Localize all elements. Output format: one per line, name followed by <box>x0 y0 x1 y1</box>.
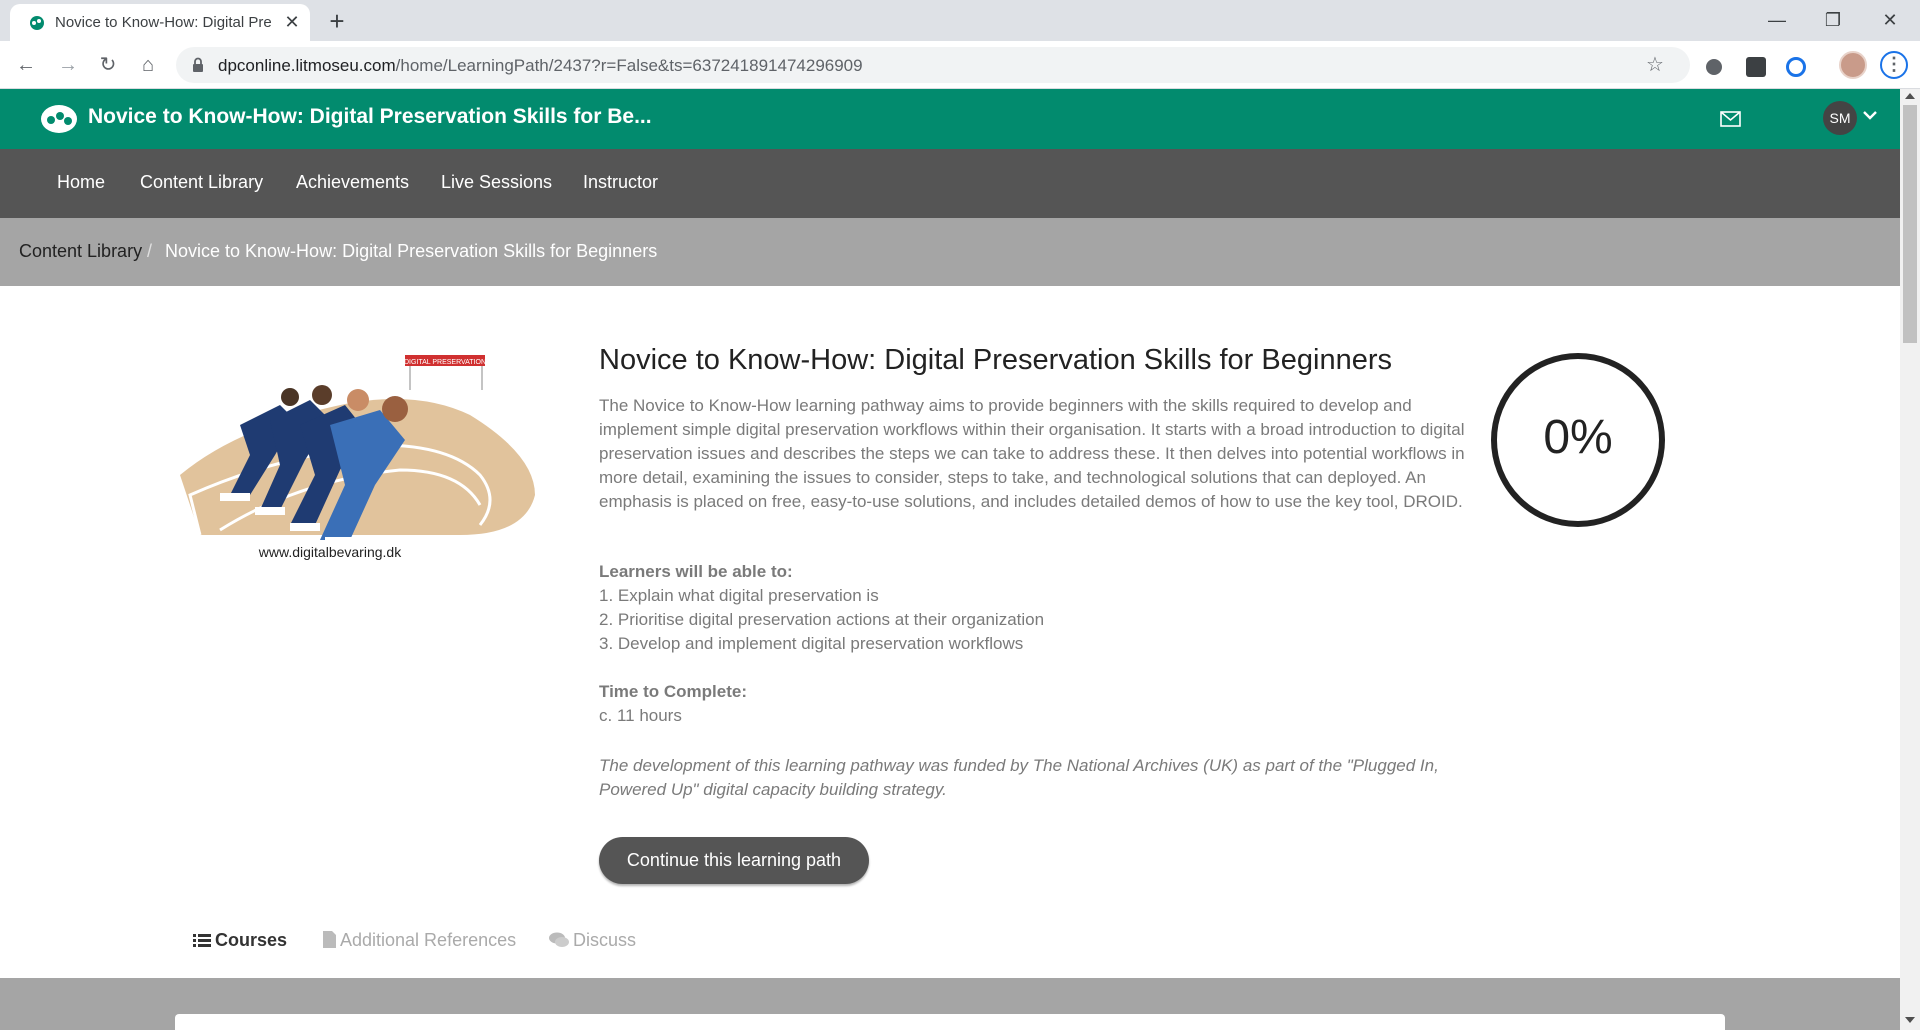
course-card[interactable] <box>175 1014 1725 1030</box>
url-text[interactable]: dpconline.litmoseu.com/home/LearningPath… <box>218 56 863 76</box>
user-avatar[interactable]: SM <box>1823 101 1857 135</box>
lock-icon <box>193 57 203 72</box>
document-icon <box>323 931 336 948</box>
browser-tabstrip: Novice to Know-How: Digital Pre ✕ + — ❐ … <box>0 0 1920 41</box>
browser-menu-icon[interactable]: ⋮ <box>1880 51 1908 79</box>
scroll-thumb[interactable] <box>1903 105 1917 343</box>
outcome-item: 2. Prioritise digital preservation actio… <box>599 610 1045 629</box>
outcome-item: 1. Explain what digital preservation is <box>599 586 879 605</box>
nav-live-sessions[interactable]: Live Sessions <box>441 172 552 193</box>
tab-additional-references[interactable]: Additional References <box>323 930 516 951</box>
scroll-down-icon[interactable] <box>1905 1017 1915 1023</box>
new-tab-button[interactable]: + <box>323 7 351 35</box>
site-favicon-icon <box>30 16 44 30</box>
tab-additional-references-label: Additional References <box>340 930 517 950</box>
nav-content-library[interactable]: Content Library <box>140 172 263 193</box>
course-illustration: DIGITAL PRESERVATION www.digitalbevaring… <box>180 355 535 560</box>
reload-button[interactable]: ↻ <box>92 49 124 81</box>
time-heading: Time to Complete: <box>599 682 747 701</box>
scroll-up-icon[interactable] <box>1905 93 1915 99</box>
tab-title: Novice to Know-How: Digital Pre <box>55 14 272 31</box>
tab-discuss[interactable]: Discuss <box>549 930 636 951</box>
breadcrumb-content-library[interactable]: Content Library <box>19 241 142 262</box>
extension-g-icon[interactable] <box>1786 57 1806 77</box>
browser-toolbar: ← → ↻ ⌂ dpconline.litmoseu.com/home/Lear… <box>0 41 1920 89</box>
main-nav: Home Content Library Achievements Live S… <box>0 149 1900 218</box>
funding-note: The development of this learning pathway… <box>599 756 1439 799</box>
mail-icon[interactable] <box>1720 111 1741 127</box>
browser-tab[interactable]: Novice to Know-How: Digital Pre ✕ <box>10 4 310 41</box>
minimize-button[interactable]: — <box>1752 4 1802 36</box>
tab-discuss-label: Discuss <box>573 930 637 950</box>
extension-shield-icon[interactable] <box>1746 57 1766 77</box>
time-value: c. 11 hours <box>599 706 682 725</box>
continue-learning-path-button[interactable]: Continue this learning path <box>599 837 869 884</box>
address-bar[interactable]: dpconline.litmoseu.com/home/LearningPath… <box>176 47 1690 83</box>
page-scrollbar[interactable] <box>1900 89 1920 1030</box>
breadcrumb-separator: / <box>147 241 153 261</box>
learners-heading: Learners will be able to: <box>599 562 793 581</box>
progress-percent: 0% <box>1543 411 1613 464</box>
course-description: The Novice to Know-How learning pathway … <box>599 396 1465 511</box>
breadcrumb-current: Novice to Know-How: Digital Preservation… <box>165 241 658 261</box>
nav-home[interactable]: Home <box>57 172 105 193</box>
url-path: /home/LearningPath/2437?r=False&ts=63724… <box>395 56 863 75</box>
home-button[interactable]: ⌂ <box>132 49 164 81</box>
maximize-button[interactable]: ❐ <box>1808 4 1858 36</box>
nav-achievements[interactable]: Achievements <box>296 172 409 193</box>
course-title: Novice to Know-How: Digital Preservation… <box>599 344 1392 376</box>
comments-icon <box>549 932 569 947</box>
tab-close-icon[interactable]: ✕ <box>280 10 304 34</box>
url-host: dpconline.litmoseu.com <box>218 56 396 75</box>
close-window-button[interactable]: ✕ <box>1865 4 1915 36</box>
outcome-item: 3. Develop and implement digital preserv… <box>599 634 1024 653</box>
image-banner-text: DIGITAL PRESERVATION <box>404 359 486 366</box>
extension-circle-icon[interactable] <box>1706 59 1722 75</box>
site-title[interactable]: Novice to Know-How: Digital Preservation… <box>88 105 652 129</box>
bookmark-star-icon[interactable]: ☆ <box>1646 52 1664 77</box>
breadcrumb: Content Library / Novice to Know-How: Di… <box>0 218 1900 286</box>
nav-instructor[interactable]: Instructor <box>583 172 658 193</box>
dpc-logo-icon[interactable] <box>40 103 78 135</box>
image-caption: www.digitalbevaring.dk <box>258 544 402 560</box>
forward-button[interactable]: → <box>52 49 84 81</box>
tab-courses[interactable]: Courses <box>193 930 287 951</box>
list-icon <box>193 934 211 947</box>
chevron-down-icon[interactable] <box>1862 109 1878 121</box>
profile-avatar[interactable] <box>1839 51 1867 79</box>
tab-courses-label: Courses <box>215 930 288 950</box>
site-header: Novice to Know-How: Digital Preservation… <box>0 89 1900 149</box>
back-button[interactable]: ← <box>10 49 42 81</box>
